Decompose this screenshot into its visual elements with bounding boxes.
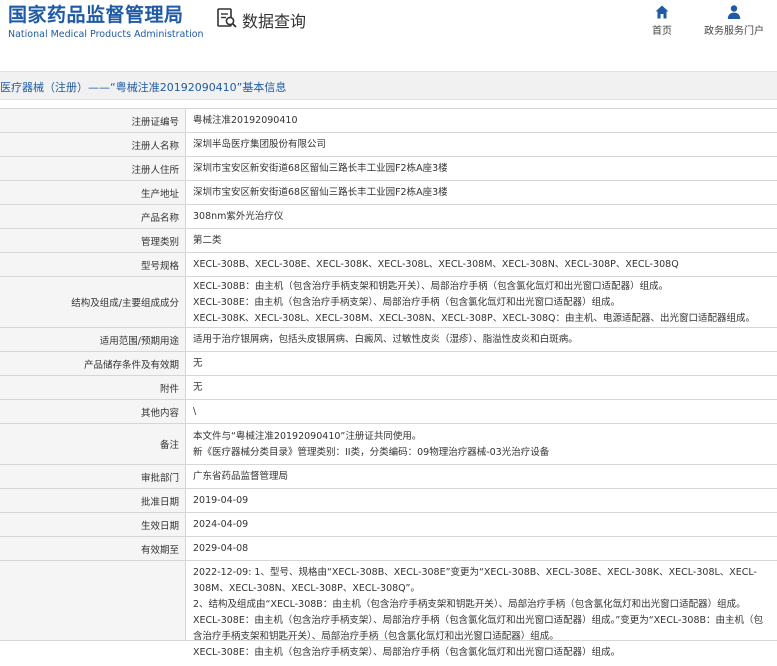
field-label: 适用范围/预期用途: [0, 328, 186, 351]
table-row: 注册人名称 深圳半岛医疗集团股份有限公司: [0, 133, 777, 157]
field-value-line: XECL-308E：由主机（包含治疗手柄支架）、局部治疗手柄（包含氯化氙灯和出光…: [193, 647, 621, 658]
data-query-icon: [216, 7, 238, 33]
logo-chinese-name: 国家药品监督管理局: [8, 4, 184, 26]
field-label: 备注: [0, 424, 186, 464]
field-value-line: XECL-308K、XECL-308L、XECL-308M、XECL-308N、…: [193, 312, 756, 324]
field-value-line: 本文件与“粤械注准20192090410”注册证共同使用。: [193, 430, 422, 442]
field-label: 审批部门: [0, 465, 186, 488]
field-value: 广东省药品监督管理局: [186, 465, 777, 488]
field-value-line: XECL-308E：由主机（包含治疗手柄支架）、局部治疗手柄（包含氯化氙灯和出光…: [193, 296, 621, 308]
table-row: 管理类别 第二类: [0, 229, 777, 253]
field-label: [0, 561, 186, 640]
table-row: 附件无: [0, 376, 777, 400]
field-value: 2029-04-08: [186, 537, 777, 560]
field-label: 注册人名称: [0, 133, 186, 156]
table-row: 型号规格 XECL-308B、XECL-308E、XECL-308K、XECL-3…: [0, 253, 777, 277]
data-query-title: 数据查询: [216, 7, 306, 33]
table-row: 审批部门 广东省药品监督管理局: [0, 465, 777, 489]
home-icon: [644, 4, 680, 20]
table-row: 生效日期 2024-04-09: [0, 513, 777, 537]
field-value-line: 适用于治疗银屑病，包括头皮银屑病、白癜风、过敏性皮炎（湿疹）、脂溢性皮炎和白斑病…: [193, 334, 578, 345]
field-label: 注册证编号: [0, 109, 186, 132]
field-value: 第二类: [186, 229, 777, 252]
breadcrumb-bar: 医疗器械（注册）——“粤械注准20192090410”基本信息: [0, 71, 777, 100]
table-row: 注册证编号 粤械注准20192090410: [0, 109, 777, 133]
field-value: 深圳市宝安区新安街道68区留仙三路长丰工业园F2栋A座3楼: [186, 181, 777, 204]
field-value-line: 2、结构及组成由“XECL-308B：由主机（包含治疗手柄支架和钥匙开关）、局部…: [193, 599, 764, 642]
field-label: 产品储存条件及有效期: [0, 352, 186, 375]
table-row: 适用范围/预期用途 适用于治疗银屑病，包括头皮银屑病、白癜风、过敏性皮炎（湿疹）、…: [0, 328, 777, 352]
field-value: 2024-04-09: [186, 513, 777, 536]
field-value-line: XECL-308B、XECL-308E、XECL-308K、XECL-308L、…: [193, 259, 679, 270]
field-label: 注册人住所: [0, 157, 186, 180]
field-label: 其他内容: [0, 400, 186, 423]
table-row: 产品名称 308nm紫外光治疗仪: [0, 205, 777, 229]
nav-portal-label: 政务服务门户: [704, 26, 764, 37]
field-value-line: 308nm紫外光治疗仪: [193, 211, 284, 222]
logo-english-name: National Medical Products Administration: [8, 29, 204, 40]
field-value: XECL-308B：由主机（包含治疗手柄支架和钥匙开关）、局部治疗手柄（包含氯化…: [186, 277, 777, 327]
field-value-line: 2029-04-08: [193, 543, 249, 554]
table-row: 有效期至 2029-04-08: [0, 537, 777, 561]
user-icon: [700, 4, 768, 20]
table-row: 生产地址 深圳市宝安区新安街道68区留仙三路长丰工业园F2栋A座3楼: [0, 181, 777, 205]
field-value-line: 2022-12-09: 1、型号、规格由“XECL-308B、XECL-308E…: [193, 567, 757, 594]
field-label: 型号规格: [0, 253, 186, 276]
field-value: 无: [186, 352, 777, 375]
field-value: 深圳半岛医疗集团股份有限公司: [186, 133, 777, 156]
field-value: XECL-308B、XECL-308E、XECL-308K、XECL-308L、…: [186, 253, 777, 276]
nav-home[interactable]: 首页: [644, 4, 680, 37]
nav-service-portal[interactable]: 政务服务门户: [700, 4, 768, 37]
field-label: 管理类别: [0, 229, 186, 252]
field-label: 结构及组成/主要组成成分: [0, 277, 186, 327]
table-row: 2022-12-09: 1、型号、规格由“XECL-308B、XECL-308E…: [0, 561, 777, 658]
table-row: 结构及组成/主要组成成分 XECL-308B：由主机（包含治疗手柄支架和钥匙开关）…: [0, 277, 777, 328]
field-value-line: 深圳市宝安区新安街道68区留仙三路长丰工业园F2栋A座3楼: [193, 187, 448, 198]
field-value-line: \: [193, 406, 197, 417]
field-value-line: 新《医疗器械分类目录》管理类别：II类，分类编码：09物理治疗器械-03光治疗设…: [193, 446, 550, 458]
field-label: 有效期至: [0, 537, 186, 560]
field-value: 深圳市宝安区新安街道68区留仙三路长丰工业园F2栋A座3楼: [186, 157, 777, 180]
field-value-line: XECL-308B：由主机（包含治疗手柄支架和钥匙开关）、局部治疗手柄（包含氯化…: [193, 280, 669, 292]
field-value-line: 广东省药品监督管理局: [193, 471, 289, 482]
field-value-line: 无: [193, 382, 203, 393]
field-label: 批准日期: [0, 489, 186, 512]
field-value: \: [186, 400, 777, 423]
field-value-line: 无: [193, 358, 203, 369]
nav-home-label: 首页: [652, 26, 672, 37]
table-row: 批准日期 2019-04-09: [0, 489, 777, 513]
field-value: 2022-12-09: 1、型号、规格由“XECL-308B、XECL-308E…: [186, 561, 777, 658]
field-label: 生产地址: [0, 181, 186, 204]
field-value-line: 深圳半岛医疗集团股份有限公司: [193, 139, 327, 150]
field-value: 本文件与“粤械注准20192090410”注册证共同使用。新《医疗器械分类目录》…: [186, 424, 777, 464]
field-label: 附件: [0, 376, 186, 399]
table-row: 其他内容 \: [0, 400, 777, 424]
table-row: 产品储存条件及有效期无: [0, 352, 777, 376]
field-value-line: 深圳市宝安区新安街道68区留仙三路长丰工业园F2栋A座3楼: [193, 163, 448, 174]
field-value: 粤械注准20192090410: [186, 109, 777, 132]
field-value: 2019-04-09: [186, 489, 777, 512]
field-value: 308nm紫外光治疗仪: [186, 205, 777, 228]
field-label: 生效日期: [0, 513, 186, 536]
field-value: 无: [186, 376, 777, 399]
data-query-label: 数据查询: [242, 12, 307, 31]
field-value: 适用于治疗银屑病，包括头皮银屑病、白癜风、过敏性皮炎（湿疹）、脂溢性皮炎和白斑病…: [186, 328, 777, 351]
field-value-line: 2019-04-09: [193, 495, 249, 506]
field-value-line: 粤械注准20192090410: [193, 115, 298, 126]
table-row: 备注 本文件与“粤械注准20192090410”注册证共同使用。新《医疗器械分类目…: [0, 424, 777, 465]
field-value-line: 第二类: [193, 235, 222, 246]
breadcrumb: 医疗器械（注册）——“粤械注准20192090410”基本信息: [0, 81, 287, 94]
registration-info-table: 注册证编号 粤械注准20192090410 注册人名称 深圳半岛医疗集团股份有限公司注…: [0, 108, 777, 658]
table-row: 注册人住所 深圳市宝安区新安街道68区留仙三路长丰工业园F2栋A座3楼: [0, 157, 777, 181]
site-header: 国家药品监督管理局 National Medical Products Admi…: [0, 0, 777, 58]
field-value-line: 2024-04-09: [193, 519, 249, 530]
field-label: 产品名称: [0, 205, 186, 228]
nmpa-logo[interactable]: 国家药品监督管理局 National Medical Products Admi…: [8, 3, 204, 41]
